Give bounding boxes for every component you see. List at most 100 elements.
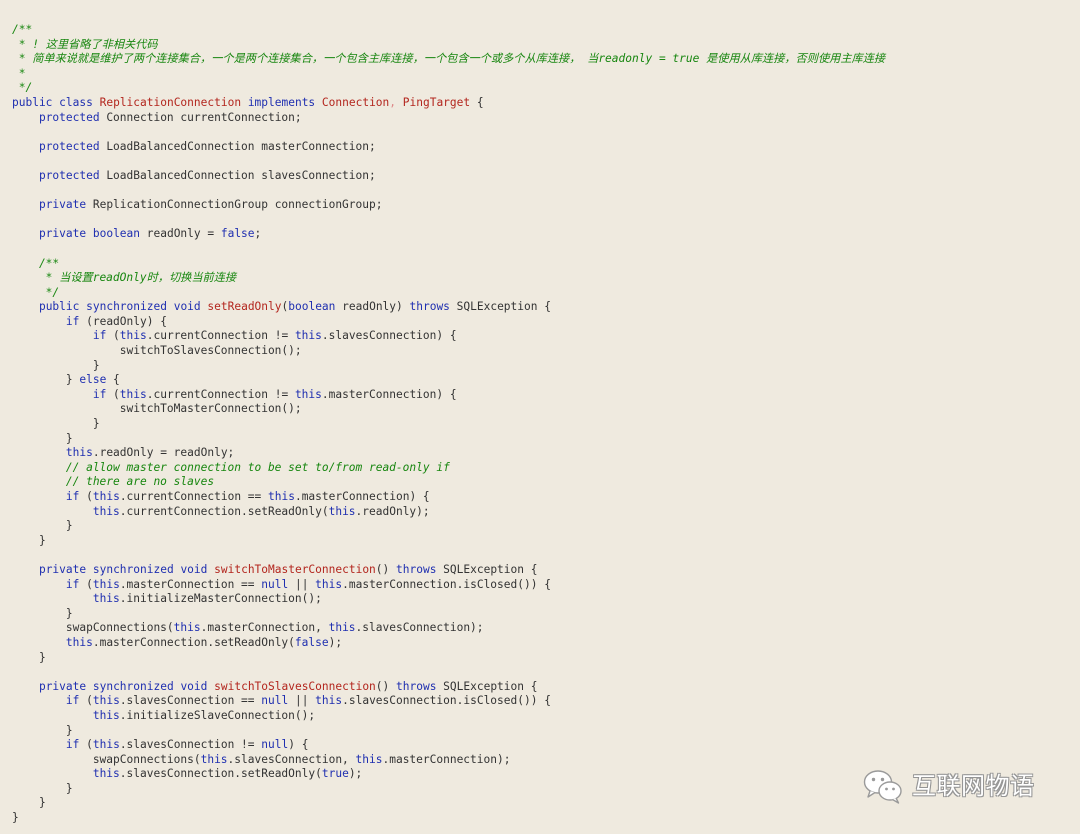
code-token-kw: this	[92, 577, 120, 591]
code-token-plain: Connection currentConnection;	[99, 110, 302, 124]
code-token-kw: this	[92, 694, 120, 708]
code-token-plain: .currentConnection.setReadOnly(	[119, 504, 329, 518]
code-line: switchToSlavesConnection();	[12, 344, 885, 359]
code-token-plain: switchToMasterConnection();	[12, 402, 302, 416]
code-token-kw: synchronized	[86, 300, 167, 314]
code-token-kw: private	[38, 198, 87, 212]
code-token-kw: this	[119, 329, 147, 343]
code-token-kw: class	[59, 95, 93, 109]
code-token-plain: .slavesConnection ==	[119, 694, 262, 708]
code-token-comment: * 当设置readOnly时，切换当前连接	[12, 271, 237, 285]
code-token-kw: private	[38, 562, 87, 576]
code-token-plain: SQLException {	[436, 562, 538, 576]
code-token-kw: if	[92, 329, 107, 343]
code-token-plain: }	[12, 723, 73, 737]
code-line: if (this.slavesConnection == null || thi…	[12, 694, 885, 709]
code-line: if (this.masterConnection == null || thi…	[12, 578, 885, 593]
code-token-kw: this	[355, 752, 383, 766]
code-token-plain: .masterConnection.isClosed()) {	[342, 577, 551, 591]
code-token-kw: null	[261, 694, 289, 708]
code-line: private synchronized void switchToSlaves…	[12, 680, 885, 695]
code-token-kw: public	[38, 300, 80, 314]
code-line: }	[12, 811, 885, 826]
code-token-kw: this	[65, 446, 93, 460]
code-token-type: boolean	[92, 227, 141, 241]
code-token-kw: synchronized	[92, 562, 174, 576]
code-token-type: void	[173, 300, 201, 314]
code-token-kw: if	[92, 387, 107, 401]
code-token-plain: (	[79, 577, 93, 591]
code-line: * 当设置readOnly时，切换当前连接	[12, 271, 885, 286]
code-token-plain: (	[79, 490, 93, 503]
code-line: if (this.slavesConnection != null) {	[12, 738, 885, 753]
code-token-kw: private	[38, 227, 87, 241]
source-code: /** * ! 这里省略了非相关代码 * 简单来说就是维护了两个连接集合，一个是…	[12, 23, 885, 826]
code-token-type: void	[180, 679, 208, 693]
code-token-kw: protected	[38, 168, 100, 182]
code-token-plain: }	[12, 431, 73, 445]
code-token-plain: }	[12, 358, 100, 372]
code-token-plain: LoadBalancedConnection slavesConnection;	[99, 168, 376, 182]
code-line: this.initializeMasterConnection();	[12, 592, 885, 607]
code-token-kw: if	[65, 314, 80, 328]
code-token-plain: .masterConnection) {	[294, 490, 430, 503]
code-token-plain: readOnly)	[335, 300, 410, 314]
code-token-plain: (	[106, 329, 120, 343]
code-token-kw: this	[92, 592, 120, 606]
code-token-fn: switchToSlavesConnection	[214, 679, 376, 693]
code-token-plain: );	[348, 767, 363, 781]
code-line: }	[12, 651, 885, 666]
code-line: protected Connection currentConnection;	[12, 111, 885, 126]
code-token-kw: false	[220, 227, 255, 241]
code-line: swapConnections(this.masterConnection, t…	[12, 621, 885, 636]
code-token-plain: swapConnections(	[12, 752, 201, 766]
code-token-kw: this	[200, 752, 228, 766]
code-token-plain: ReplicationConnectionGroup connectionGro…	[86, 198, 383, 212]
code-token-cls: PingTarget	[402, 95, 471, 109]
code-line: this.slavesConnection.setReadOnly(true);	[12, 767, 885, 782]
code-line: if (this.currentConnection != this.slave…	[12, 329, 885, 344]
code-token-plain: SQLException {	[449, 300, 551, 314]
code-line: // allow master connection to be set to/…	[12, 461, 885, 476]
code-line: this.initializeSlaveConnection();	[12, 709, 885, 724]
code-token-kw: implements	[247, 95, 316, 109]
code-token-kw: this	[119, 387, 147, 401]
code-token-kw: this	[328, 621, 356, 635]
code-line: /**	[12, 257, 885, 272]
code-token-kw: protected	[38, 139, 100, 153]
code-token-type: boolean	[288, 300, 336, 314]
code-token-plain: switchToSlavesConnection();	[12, 344, 302, 358]
code-token-plain: }	[12, 417, 100, 431]
code-token-plain: (	[79, 738, 93, 752]
code-line: switchToMasterConnection();	[12, 402, 885, 417]
code-line: swapConnections(this.slavesConnection, t…	[12, 753, 885, 768]
code-line: }	[12, 724, 885, 739]
code-token-plain: .slavesConnection.isClosed()) {	[342, 694, 551, 708]
code-token-plain: .masterConnection,	[200, 621, 329, 635]
code-line: protected LoadBalancedConnection masterC…	[12, 140, 885, 155]
code-token-plain: .masterConnection) {	[321, 387, 457, 401]
code-token-plain: ||	[288, 694, 316, 708]
code-token-comment: * ! 这里省略了非相关代码	[12, 37, 158, 51]
code-line: /**	[12, 23, 885, 38]
code-token-plain: swapConnections(	[12, 621, 174, 635]
code-token-plain: }	[12, 373, 80, 387]
